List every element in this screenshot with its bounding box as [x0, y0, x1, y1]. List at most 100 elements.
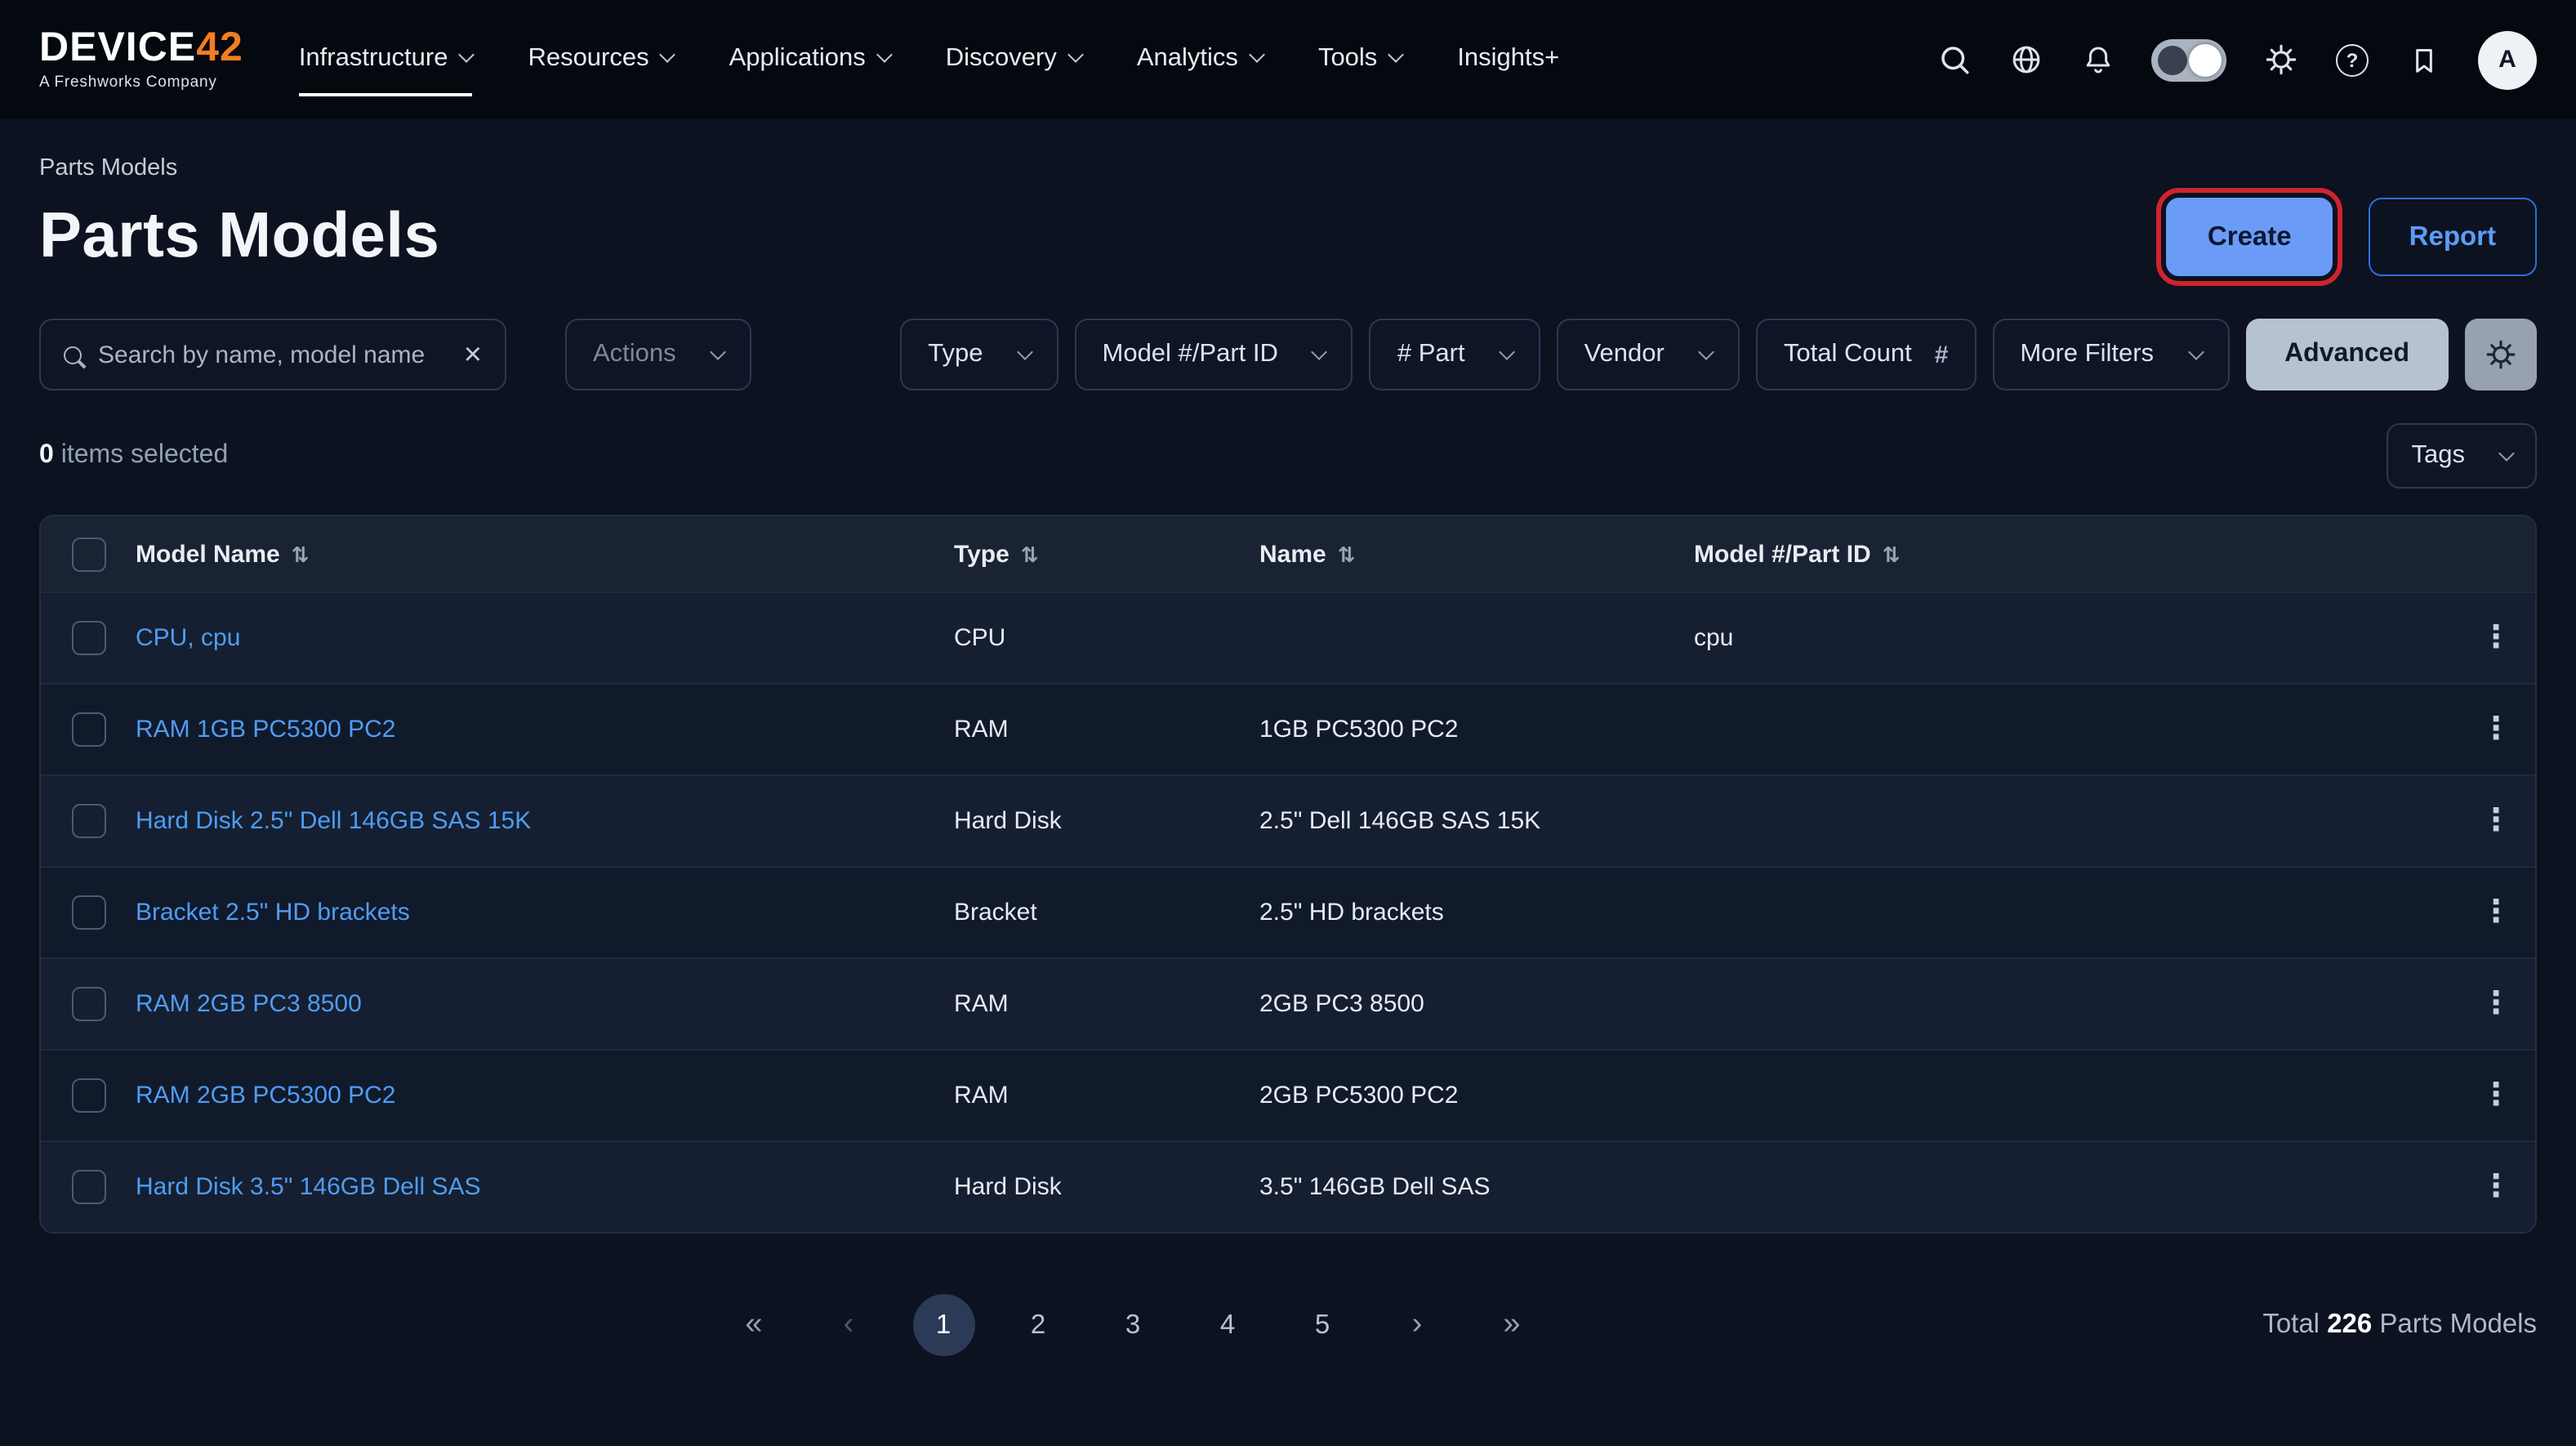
row-checkbox-cell	[41, 712, 136, 747]
total-count-filter[interactable]: Total Count #	[1756, 319, 1977, 391]
filter-dropdown[interactable]: # Part	[1370, 319, 1540, 391]
cell-name: 3.5" 146GB Dell SAS	[1259, 1173, 1694, 1201]
search-icon[interactable]	[1936, 42, 1972, 78]
bookmark-icon[interactable]	[2406, 42, 2442, 78]
row-checkbox[interactable]	[71, 1170, 105, 1204]
nav-item[interactable]: Infrastructure	[299, 24, 473, 96]
search-input[interactable]	[98, 341, 448, 368]
breadcrumb[interactable]: Parts Models	[39, 155, 2537, 181]
column-header-part-id[interactable]: Model #/Part ID ⇅	[1694, 540, 2457, 568]
kebab-menu-icon[interactable]: ⋮	[2480, 1080, 2511, 1111]
first-page-button[interactable]: «	[723, 1294, 785, 1356]
cell-model-name: RAM 1GB PC5300 PC2	[136, 716, 954, 743]
bell-icon[interactable]	[2079, 42, 2115, 78]
nav-item[interactable]: Analytics	[1137, 24, 1263, 96]
chevron-down-icon	[876, 47, 893, 63]
kebab-menu-icon[interactable]: ⋮	[2480, 897, 2511, 928]
cell-type: RAM	[954, 716, 1259, 743]
chevron-down-icon	[2187, 343, 2204, 359]
help-icon[interactable]: ?	[2334, 42, 2370, 78]
chevron-down-icon	[2498, 444, 2515, 461]
total-count-label: Total 226 Parts Models	[2262, 1310, 2537, 1341]
table-header-row: Model Name⇅ Type⇅ Name⇅ Model #/Part ID ⇅	[41, 516, 2535, 591]
model-name-link[interactable]: CPU, cpu	[136, 624, 240, 652]
kebab-menu-icon[interactable]: ⋮	[2480, 1172, 2511, 1203]
column-header-name[interactable]: Name⇅	[1259, 540, 1694, 568]
filter-dropdowns: Type Model #/Part ID # Part	[900, 319, 2537, 391]
nav-item[interactable]: Applications	[729, 24, 890, 96]
header-checkbox-cell	[41, 537, 136, 571]
last-page-button[interactable]: »	[1481, 1294, 1543, 1356]
clear-search-icon[interactable]: ×	[464, 339, 482, 370]
row-checkbox[interactable]	[71, 712, 105, 747]
cell-name: 2GB PC5300 PC2	[1259, 1082, 1694, 1109]
column-label: Model #/Part ID	[1694, 540, 1871, 568]
kebab-menu-icon[interactable]: ⋮	[2480, 806, 2511, 837]
chevron-down-icon	[1388, 47, 1404, 63]
avatar[interactable]: A	[2478, 30, 2537, 89]
sort-icon[interactable]: ⇅	[1883, 542, 1901, 566]
column-header-type[interactable]: Type⇅	[954, 540, 1259, 568]
select-all-checkbox[interactable]	[71, 537, 105, 571]
model-name-link[interactable]: RAM 2GB PC3 8500	[136, 990, 362, 1018]
actions-dropdown[interactable]: Actions	[565, 319, 751, 391]
next-page-button[interactable]: ›	[1386, 1294, 1448, 1356]
gear-icon[interactable]	[2262, 42, 2298, 78]
nav-item[interactable]: Insights+	[1457, 24, 1559, 96]
kebab-menu-icon[interactable]: ⋮	[2480, 714, 2511, 745]
filter-bar: × Actions Type Model #/Part ID	[39, 319, 2537, 391]
title-row: Parts Models Create Report	[39, 198, 2537, 276]
kebab-menu-icon[interactable]: ⋮	[2480, 989, 2511, 1020]
filter-dropdown[interactable]: Vendor	[1557, 319, 1740, 391]
selection-label: items selected	[54, 441, 228, 469]
sort-icon[interactable]: ⇅	[1021, 542, 1039, 566]
brand-logo[interactable]: DEVICE42 A Freshworks Company	[39, 28, 243, 91]
table-settings-button[interactable]	[2465, 319, 2537, 391]
kebab-menu-icon[interactable]: ⋮	[2480, 623, 2511, 654]
chevron-down-icon	[1698, 343, 1714, 359]
cell-model-name: RAM 2GB PC5300 PC2	[136, 1082, 954, 1109]
row-checkbox[interactable]	[71, 895, 105, 930]
cell-type: Bracket	[954, 899, 1259, 926]
model-name-link[interactable]: Hard Disk 2.5" Dell 146GB SAS 15K	[136, 807, 531, 835]
main-content: Parts Models Parts Models Create Report …	[0, 155, 2576, 1377]
model-name-link[interactable]: Hard Disk 3.5" 146GB Dell SAS	[136, 1173, 481, 1201]
nav-item-label: Insights+	[1457, 43, 1559, 73]
advanced-button[interactable]: Advanced	[2245, 319, 2449, 391]
column-header-model-name[interactable]: Model Name⇅	[136, 540, 954, 568]
theme-toggle-dark-dot	[2158, 45, 2187, 74]
nav-item[interactable]: Tools	[1318, 24, 1402, 96]
sort-icon[interactable]: ⇅	[292, 542, 310, 566]
filter-dropdown-label: Vendor	[1584, 340, 1665, 369]
cell-model-name: Bracket 2.5" HD brackets	[136, 899, 954, 926]
model-name-link[interactable]: RAM 1GB PC5300 PC2	[136, 716, 396, 743]
page-number-button[interactable]: 5	[1291, 1294, 1353, 1356]
row-checkbox[interactable]	[71, 987, 105, 1021]
sort-icon[interactable]: ⇅	[1338, 542, 1356, 566]
page-number-button[interactable]: 3	[1102, 1294, 1164, 1356]
nav-item[interactable]: Resources	[528, 24, 673, 96]
page-number-button[interactable]: 4	[1197, 1294, 1259, 1356]
chevron-down-icon	[1249, 47, 1265, 63]
row-checkbox[interactable]	[71, 621, 105, 655]
model-name-link[interactable]: Bracket 2.5" HD brackets	[136, 899, 410, 926]
row-menu-cell: ⋮	[2457, 1172, 2535, 1203]
filter-dropdown[interactable]: Type	[900, 319, 1058, 391]
row-checkbox[interactable]	[71, 1078, 105, 1113]
globe-icon[interactable]	[2008, 42, 2043, 78]
filter-dropdown[interactable]: Model #/Part ID	[1075, 319, 1353, 391]
total-number: 226	[2327, 1310, 2372, 1339]
theme-toggle[interactable]	[2151, 38, 2226, 81]
nav-item[interactable]: Discovery	[946, 24, 1081, 96]
filter-dropdown-group: Type Model #/Part ID # Part	[900, 319, 1740, 391]
more-filters-dropdown[interactable]: More Filters	[1992, 319, 2229, 391]
tags-dropdown[interactable]: Tags	[2387, 423, 2538, 489]
prev-page-button[interactable]: ‹	[818, 1294, 880, 1356]
model-name-link[interactable]: RAM 2GB PC5300 PC2	[136, 1082, 396, 1109]
page-number-button[interactable]: 1	[912, 1294, 974, 1356]
brand-device: DEVICE	[39, 25, 196, 70]
create-button[interactable]: Create	[2167, 198, 2333, 276]
report-button[interactable]: Report	[2369, 198, 2537, 276]
row-checkbox[interactable]	[71, 804, 105, 838]
page-number-button[interactable]: 2	[1007, 1294, 1069, 1356]
